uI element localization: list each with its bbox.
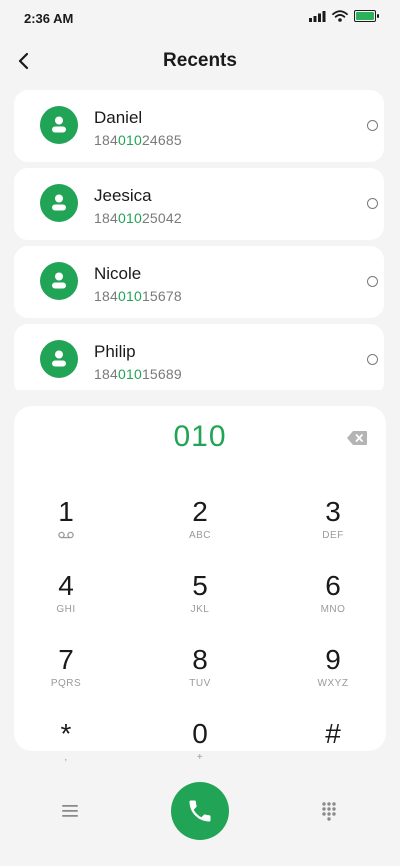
signal-icon — [309, 10, 326, 22]
contact-name: Philip — [94, 342, 136, 361]
bottom-bar — [0, 770, 400, 866]
contact-card[interactable]: Nicole 18401015678 — [14, 246, 384, 318]
contact-name: Nicole — [94, 264, 142, 283]
contact-card[interactable]: Philip 18401015689 — [14, 324, 384, 390]
backspace-icon[interactable] — [346, 430, 368, 446]
recents-list[interactable]: Daniel 18401024685 Jeesica 18401025042 N… — [0, 90, 400, 390]
avatar — [40, 184, 78, 222]
person-icon — [52, 116, 66, 133]
key-5[interactable]: 5 JKL — [150, 570, 250, 636]
header: Recents — [0, 40, 400, 84]
contact-number: 18401015689 — [94, 366, 182, 382]
person-icon — [52, 194, 66, 211]
key-9[interactable]: 9 WXYZ — [283, 644, 383, 710]
key-3[interactable]: 3 DEF — [283, 496, 383, 562]
select-radio[interactable] — [367, 354, 378, 365]
menu-icon[interactable] — [61, 803, 79, 819]
page-title: Recents — [163, 50, 237, 71]
key-7[interactable]: 7 PQRS — [16, 644, 116, 710]
contact-name: Jeesica — [94, 186, 152, 205]
contact-card[interactable]: Jeesica 18401025042 — [14, 168, 384, 240]
avatar — [40, 262, 78, 300]
dialpad-panel: 010 1 2 ABC 3 DEF 4 GHI 5 JKL 6 MNO 7 PQ… — [14, 406, 386, 763]
key-6[interactable]: 6 MNO — [283, 570, 383, 636]
key-8[interactable]: 8 TUV — [150, 644, 250, 710]
key-2[interactable]: 2 ABC — [150, 496, 250, 562]
status-time: 2:36 AM — [24, 11, 74, 26]
status-bar: 2:36 AM — [0, 0, 400, 36]
key-4[interactable]: 4 GHI — [16, 570, 116, 636]
call-button[interactable] — [171, 782, 229, 840]
contact-number: 18401015678 — [94, 288, 182, 304]
battery-icon — [354, 10, 379, 22]
dial-input[interactable]: 010 — [14, 420, 386, 454]
wifi-icon — [332, 10, 348, 22]
person-icon — [52, 272, 66, 289]
status-icons — [309, 10, 379, 22]
select-radio[interactable] — [367, 120, 378, 131]
contact-name: Daniel — [94, 108, 143, 127]
contact-card[interactable]: Daniel 18401024685 — [14, 90, 384, 162]
phone-icon — [189, 800, 211, 822]
dialpad-icon[interactable] — [321, 801, 337, 821]
contact-number: 18401024685 — [94, 132, 182, 148]
person-icon — [52, 350, 66, 367]
avatar — [40, 106, 78, 144]
select-radio[interactable] — [367, 276, 378, 287]
contact-number: 18401025042 — [94, 210, 182, 226]
voicemail-icon — [58, 531, 74, 539]
avatar — [40, 340, 78, 378]
key-1[interactable]: 1 — [16, 496, 116, 562]
select-radio[interactable] — [367, 198, 378, 209]
